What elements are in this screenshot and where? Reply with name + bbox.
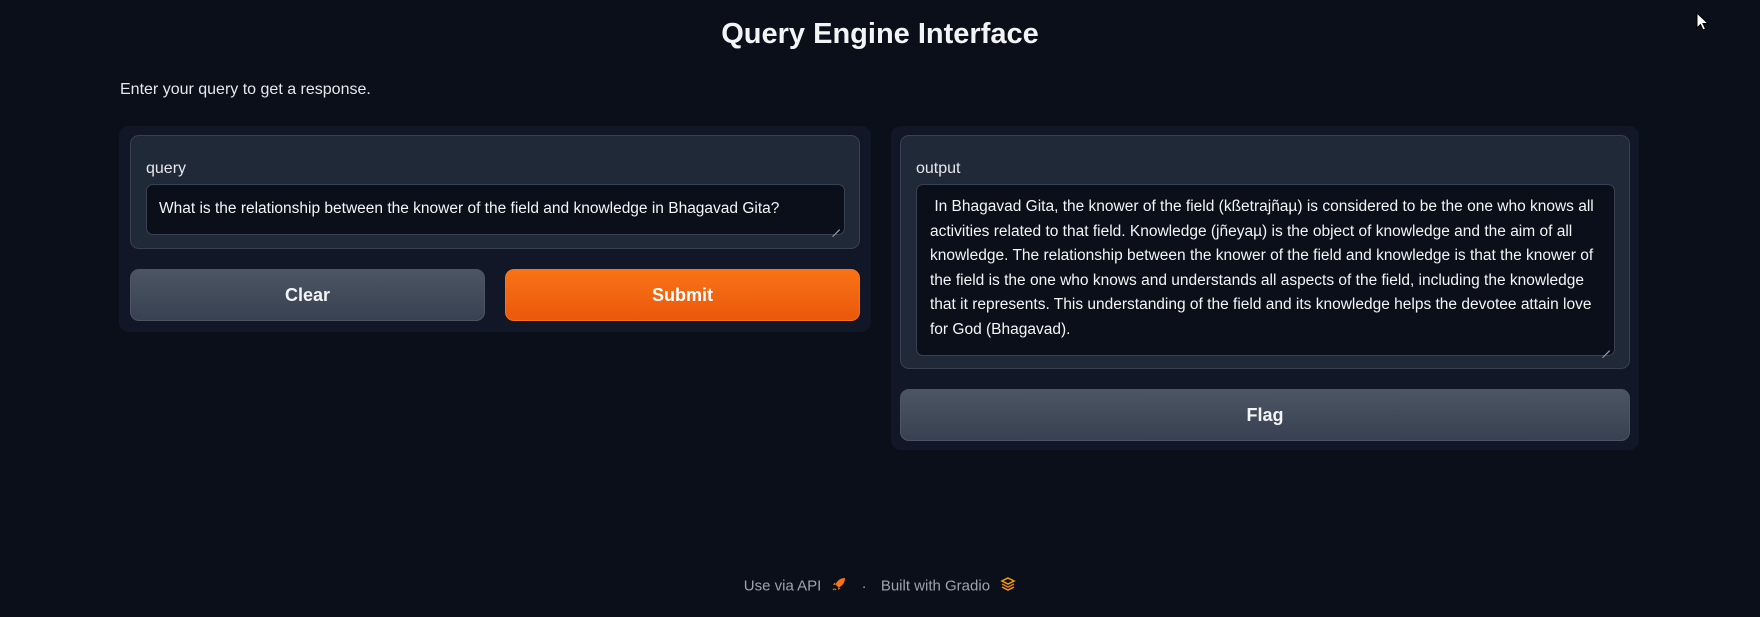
query-resize-handle[interactable] [832, 222, 840, 230]
output-block: output In Bhagavad Gita, the knower of t… [900, 135, 1630, 369]
output-column: output In Bhagavad Gita, the knower of t… [891, 126, 1639, 450]
output-textbox[interactable]: In Bhagavad Gita, the knower of the fiel… [916, 184, 1615, 356]
footer: Use via API · Built with Gradio [0, 576, 1760, 596]
output-text: In Bhagavad Gita, the knower of the fiel… [930, 198, 1599, 338]
page-description: Enter your query to get a response. [120, 81, 371, 98]
flag-button[interactable]: Flag [900, 389, 1630, 441]
use-via-api-text: Use via API [743, 577, 822, 595]
output-label: output [916, 160, 961, 177]
mouse-cursor-icon [1696, 11, 1710, 32]
app-root: Query Engine Interface Enter your query … [0, 0, 1760, 617]
built-with-gradio-link[interactable]: Built with Gradio [880, 576, 1016, 596]
output-resize-handle[interactable] [1602, 343, 1610, 351]
page-title: Query Engine Interface [721, 18, 1039, 50]
query-input[interactable]: What is the relationship between the kno… [146, 184, 845, 235]
use-via-api-link[interactable]: Use via API [743, 576, 852, 596]
query-block: query What is the relationship between t… [130, 135, 860, 249]
clear-button[interactable]: Clear [130, 269, 485, 321]
built-with-gradio-text: Built with Gradio [880, 577, 991, 595]
submit-button[interactable]: Submit [505, 269, 860, 321]
input-column: query What is the relationship between t… [119, 126, 871, 332]
query-input-value: What is the relationship between the kno… [159, 200, 780, 217]
footer-separator: · [861, 577, 867, 595]
query-label: query [146, 160, 187, 177]
rocket-icon [831, 576, 847, 596]
gradio-logo-icon [1000, 576, 1016, 596]
